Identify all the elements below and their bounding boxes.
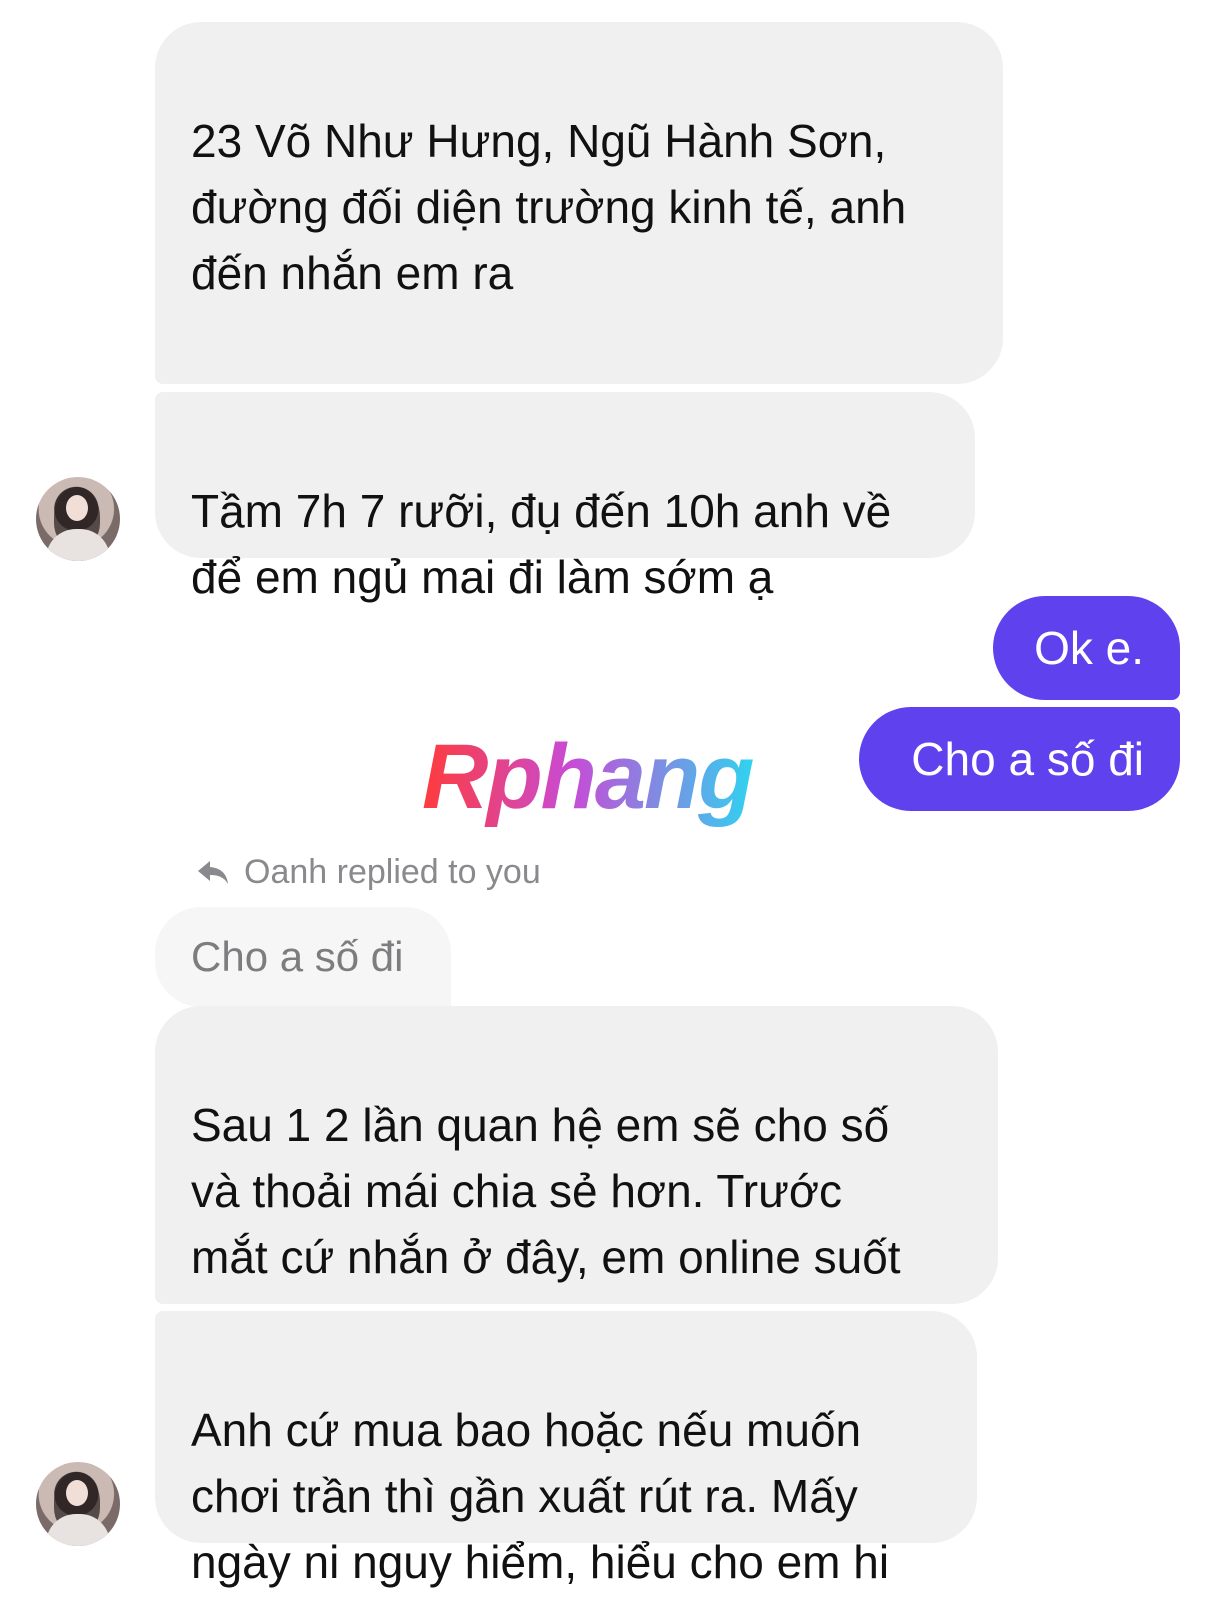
incoming-message[interactable]: 23 Võ Như Hưng, Ngũ Hành Sơn, đường đối …: [155, 22, 1003, 384]
watermark-text: Rphang: [422, 726, 753, 828]
incoming-message[interactable]: Anh cứ mua bao hoặc nếu muốn chơi trần t…: [155, 1311, 977, 1588]
message-text: Ok e.: [1034, 622, 1144, 674]
message-text: Anh cứ mua bao hoặc nếu muốn chơi trần t…: [191, 1404, 890, 1588]
quoted-message[interactable]: Cho a số đi: [155, 907, 451, 1007]
quoted-text: Cho a số đi: [191, 933, 404, 980]
watermark-logo: Rphang: [422, 726, 755, 828]
incoming-message[interactable]: Tầm 7h 7 rưỡi, đụ đến 10h anh về để em n…: [155, 392, 975, 603]
reply-arrow-icon: [198, 861, 228, 884]
message-text: Cho a số đi: [911, 733, 1144, 785]
message-text: Tầm 7h 7 rưỡi, đụ đến 10h anh về để em n…: [191, 485, 892, 603]
outgoing-message[interactable]: Ok e.: [993, 596, 1180, 700]
reply-indicator: Oanh replied to you: [196, 850, 541, 894]
sender-avatar[interactable]: [36, 477, 120, 561]
sender-avatar[interactable]: [36, 1462, 120, 1546]
message-text: 23 Võ Như Hưng, Ngũ Hành Sơn, đường đối …: [191, 115, 907, 299]
outgoing-message[interactable]: Cho a số đi: [859, 707, 1180, 811]
incoming-message[interactable]: Sau 1 2 lần quan hệ em sẽ cho số và thoả…: [155, 1006, 998, 1349]
reply-label-text: Oanh replied to you: [244, 852, 541, 891]
